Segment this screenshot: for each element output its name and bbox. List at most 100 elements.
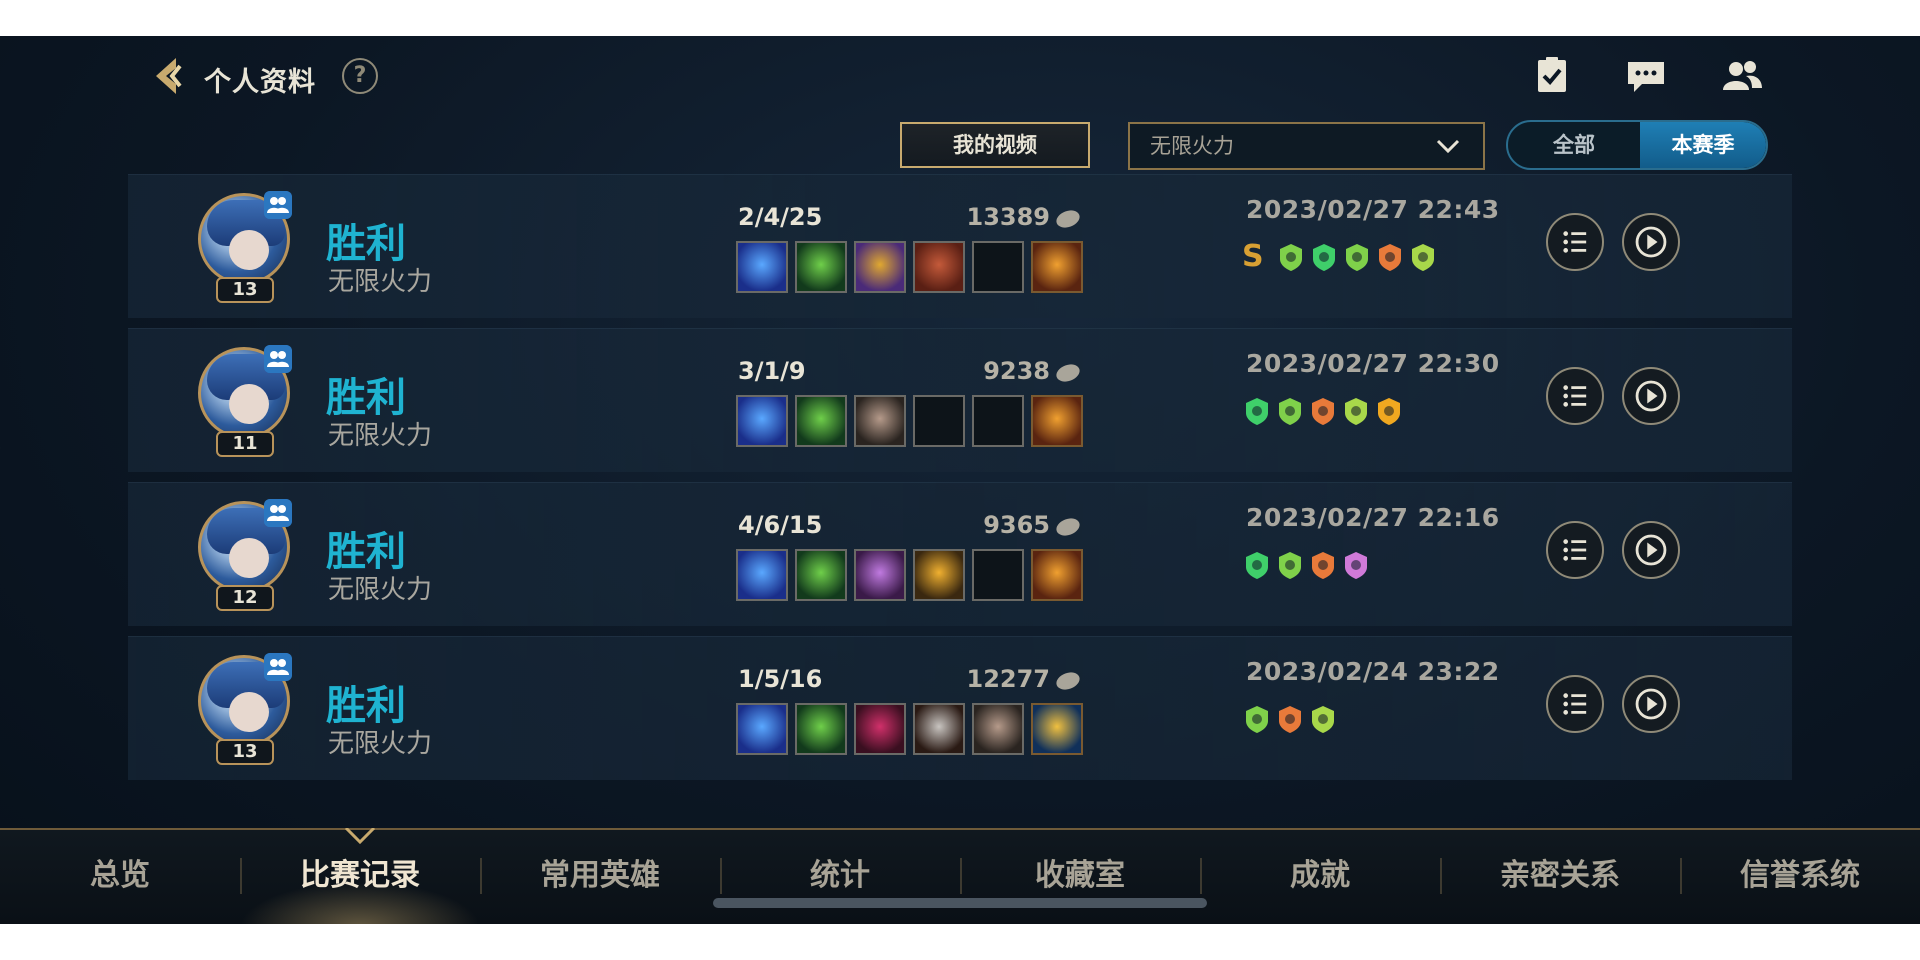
chat-icon[interactable] xyxy=(1624,56,1668,96)
shield-badge-icon xyxy=(1279,398,1301,425)
friends-icon[interactable] xyxy=(1720,56,1764,96)
crown-badge-icon xyxy=(1345,398,1367,425)
gold-coin-icon xyxy=(1053,361,1083,385)
match-kda: 1/5/16 xyxy=(738,665,823,693)
match-datetime: 2023/02/24 23:22 xyxy=(1246,657,1500,686)
nav-tab[interactable]: 比赛记录 xyxy=(240,850,480,894)
gold-trinket-icon[interactable] xyxy=(1031,241,1083,293)
green-flower-icon[interactable] xyxy=(795,395,847,447)
match-gold: 13389 xyxy=(966,203,1051,231)
nav-tab[interactable]: 成就 xyxy=(1200,850,1440,894)
gold-mace-icon[interactable] xyxy=(913,549,965,601)
match-datetime: 2023/02/27 22:43 xyxy=(1246,195,1500,224)
chevron-down-icon xyxy=(1436,139,1460,154)
flag-badge-icon xyxy=(1280,244,1302,271)
purple-orb-icon[interactable] xyxy=(854,549,906,601)
replay-button[interactable] xyxy=(1622,367,1680,425)
match-kda: 4/6/15 xyxy=(738,511,823,539)
match-details-button[interactable] xyxy=(1546,367,1604,425)
nav-tab[interactable]: 总览 xyxy=(0,850,240,894)
chain-badge-icon xyxy=(1312,398,1334,425)
match-kda: 2/4/25 xyxy=(738,203,823,231)
match-details-button[interactable] xyxy=(1546,675,1604,733)
heart-plus-badge-icon xyxy=(1313,244,1335,271)
green-flower-icon[interactable] xyxy=(795,703,847,755)
nav-separator xyxy=(1200,858,1202,894)
nav-tab[interactable]: 常用英雄 xyxy=(480,850,720,894)
gold-coin-icon xyxy=(1053,669,1083,693)
game-mode-selected: 无限火力 xyxy=(1150,134,1234,158)
side-watermark: · xyxy=(0,446,6,450)
toggle-current-season[interactable]: 本赛季 xyxy=(1640,122,1766,168)
crown-badge-icon xyxy=(1312,706,1334,733)
empty-slot[interactable] xyxy=(913,395,965,447)
blue-rune-icon[interactable] xyxy=(736,703,788,755)
match-row[interactable]: 13 胜利 无限火力 2/4/25 13389 2023/02/27 22:43 S xyxy=(128,174,1792,318)
gold-coin-icon xyxy=(1053,515,1083,539)
nav-tab[interactable]: 亲密关系 xyxy=(1440,850,1680,894)
blue-rune-icon[interactable] xyxy=(736,241,788,293)
match-mode: 无限火力 xyxy=(328,267,433,297)
gold-trinket-icon[interactable] xyxy=(1031,549,1083,601)
replay-button[interactable] xyxy=(1622,675,1680,733)
my-videos-button[interactable]: 我的视频 xyxy=(900,122,1090,168)
gold-coin-icon xyxy=(1053,207,1083,231)
replay-button[interactable] xyxy=(1622,521,1680,579)
nav-separator xyxy=(720,858,722,894)
page-title: 个人资料 xyxy=(204,67,316,98)
steel-armor-icon[interactable] xyxy=(913,703,965,755)
help-icon[interactable]: ? xyxy=(342,58,378,94)
match-details-button[interactable] xyxy=(1546,213,1604,271)
blue-rune-icon[interactable] xyxy=(736,549,788,601)
crown-badge-icon xyxy=(1412,244,1434,271)
season-toggle[interactable]: 全部 本赛季 xyxy=(1506,120,1768,170)
heart-plus-badge-icon xyxy=(1246,552,1268,579)
champion-level: 11 xyxy=(216,431,274,457)
match-details-button[interactable] xyxy=(1546,521,1604,579)
toggle-all[interactable]: 全部 xyxy=(1508,122,1640,168)
match-gold: 9365 xyxy=(983,511,1050,539)
nav-separator xyxy=(1440,858,1442,894)
empty-slot[interactable] xyxy=(972,549,1024,601)
blue-lantern-trinket-icon[interactable] xyxy=(1031,703,1083,755)
chain-badge-icon xyxy=(1312,552,1334,579)
green-flower-icon[interactable] xyxy=(795,549,847,601)
nav-separator xyxy=(480,858,482,894)
empty-slot[interactable] xyxy=(972,395,1024,447)
nav-tab[interactable]: 统计 xyxy=(720,850,960,894)
party-icon xyxy=(264,499,292,527)
red-book-icon[interactable] xyxy=(913,241,965,293)
shield-badge-icon xyxy=(1346,244,1368,271)
horizontal-scrollbar[interactable] xyxy=(713,898,1207,908)
nav-separator xyxy=(240,858,242,894)
match-mode: 无限火力 xyxy=(328,729,433,759)
party-icon xyxy=(264,191,292,219)
game-mode-dropdown[interactable]: 无限火力 xyxy=(1128,122,1485,170)
party-icon xyxy=(264,653,292,681)
match-gold: 9238 xyxy=(983,357,1050,385)
match-grade: S xyxy=(1242,239,1264,274)
match-row[interactable]: 12 胜利 无限火力 4/6/15 9365 2023/02/27 22:16 xyxy=(128,482,1792,626)
back-arrow-icon[interactable] xyxy=(146,54,190,98)
empty-slot[interactable] xyxy=(972,241,1024,293)
nav-tab[interactable]: 收藏室 xyxy=(960,850,1200,894)
nav-tab[interactable]: 信誉系统 xyxy=(1680,850,1920,894)
checklist-icon[interactable] xyxy=(1530,56,1574,96)
match-row[interactable]: 13 胜利 无限火力 1/5/16 12277 2023/02/24 23:22 xyxy=(128,636,1792,780)
stone-armor-icon[interactable] xyxy=(854,395,906,447)
nav-separator xyxy=(960,858,962,894)
gold-card-icon[interactable] xyxy=(854,241,906,293)
blue-rune-icon[interactable] xyxy=(736,395,788,447)
match-row[interactable]: 11 胜利 无限火力 3/1/9 9238 2023/02/27 22:30 xyxy=(128,328,1792,472)
replay-button[interactable] xyxy=(1622,213,1680,271)
match-datetime: 2023/02/27 22:30 xyxy=(1246,349,1500,378)
nav-active-indicator-icon xyxy=(344,828,376,844)
match-gold: 12277 xyxy=(966,665,1051,693)
gold-trinket-icon[interactable] xyxy=(1031,395,1083,447)
stone-armor-icon[interactable] xyxy=(972,703,1024,755)
dark-hat-icon[interactable] xyxy=(854,703,906,755)
flame-badge-icon xyxy=(1378,398,1400,425)
green-flower-icon[interactable] xyxy=(795,241,847,293)
nav-separator xyxy=(1680,858,1682,894)
bottom-nav: 总览 比赛记录 常用英雄 统计 收藏室 成就 亲密关系 信誉系统 xyxy=(0,828,1920,924)
